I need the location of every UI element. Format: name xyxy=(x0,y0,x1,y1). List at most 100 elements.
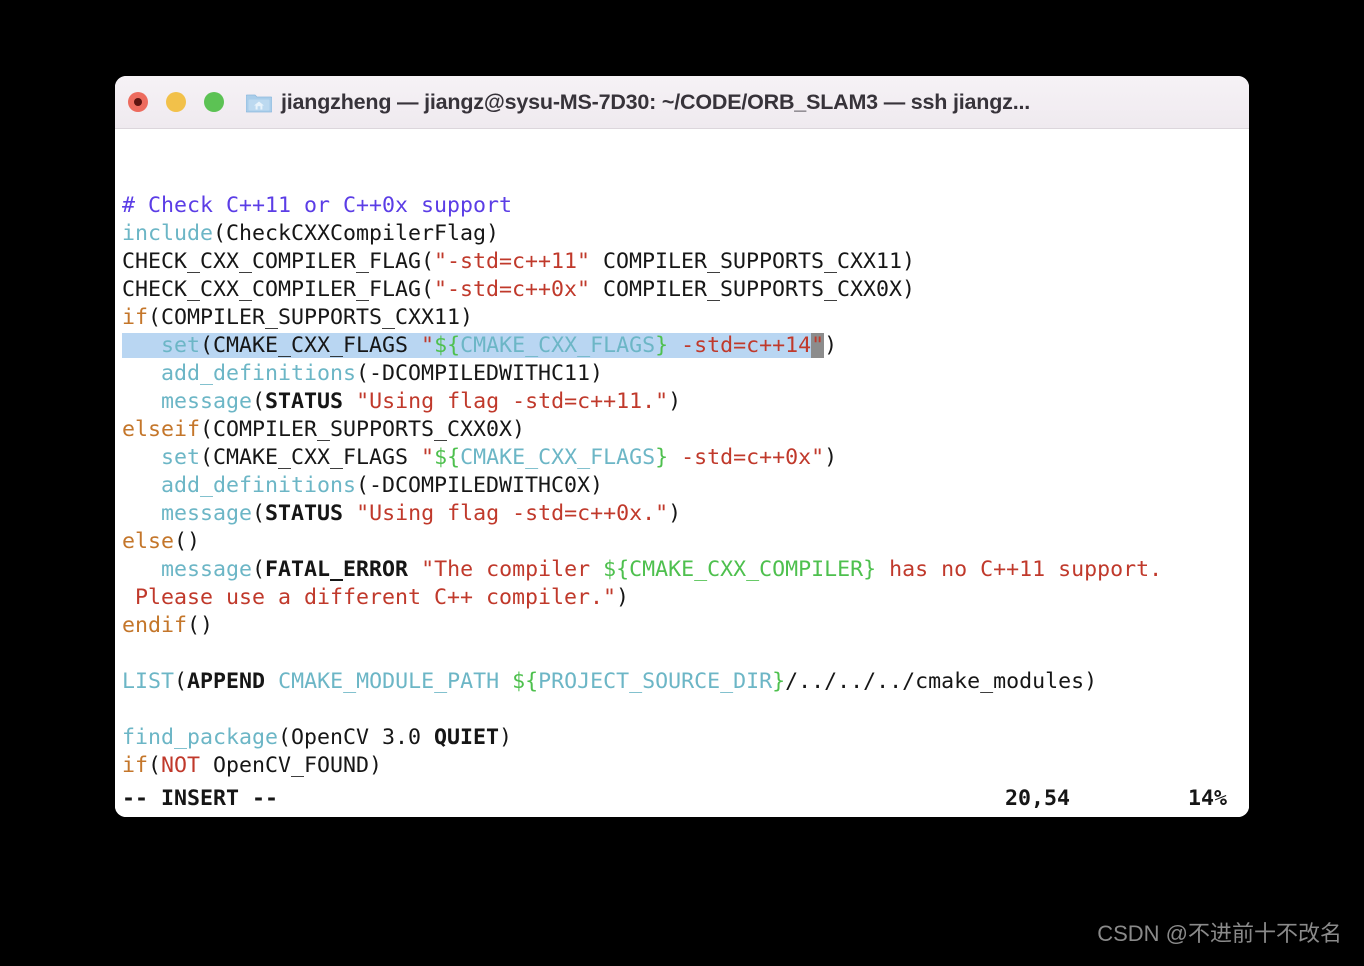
code-line[interactable]: message(STATUS "Using flag -std=c++11.") xyxy=(122,388,1249,416)
screen: jiangzheng — jiangz@sysu-MS-7D30: ~/CODE… xyxy=(0,0,1364,966)
code-token: "Using flag -std=c++11." xyxy=(356,389,669,414)
window-titlebar[interactable]: jiangzheng — jiangz@sysu-MS-7D30: ~/CODE… xyxy=(115,76,1249,129)
code-view[interactable]: # Check C++11 or C++0x support include(Ch… xyxy=(122,192,1249,817)
code-token: () xyxy=(174,529,201,554)
code-token: ( xyxy=(174,669,188,694)
code-token: ) xyxy=(499,725,513,750)
code-line[interactable]: endif() xyxy=(122,612,1249,640)
terminal-content[interactable]: # Check C++11 or C++0x support include(Ch… xyxy=(115,129,1249,817)
vim-mode-indicator: -- INSERT -- xyxy=(122,785,279,811)
code-token: Please use a different C++ compiler." xyxy=(122,585,617,610)
code-line[interactable]: include(CheckCXXCompilerFlag) xyxy=(122,220,1249,248)
code-line[interactable]: CHECK_CXX_COMPILER_FLAG("-std=c++11" COM… xyxy=(122,248,1249,276)
csdn-watermark: CSDN @不进前十不改名 xyxy=(1097,921,1342,946)
code-token: else xyxy=(122,529,175,554)
code-line[interactable]: LIST(APPEND CMAKE_MODULE_PATH ${PROJECT_… xyxy=(122,668,1249,696)
code-token: (COMPILER_SUPPORTS_CXX0X) xyxy=(200,417,526,442)
code-token: CMAKE_MODULE_PATH xyxy=(278,669,500,694)
code-line[interactable] xyxy=(122,640,1249,668)
code-segment: set(CMAKE_CXX_FLAGS "${CMAKE_CXX_FLAGS} … xyxy=(122,445,837,470)
code-token: ( xyxy=(252,501,266,526)
maximize-button[interactable] xyxy=(204,92,224,112)
code-segment: find_package(OpenCV 3.0 QUIET) xyxy=(122,725,512,750)
code-segment: message(FATAL_ERROR "The compiler ${CMAK… xyxy=(122,557,1162,582)
traffic-lights xyxy=(128,92,224,112)
code-segment: add_definitions(-DCOMPILEDWITHC0X) xyxy=(122,473,603,498)
code-line[interactable]: Please use a different C++ compiler.") xyxy=(122,584,1249,612)
code-segment: # Check C++11 or C++0x support xyxy=(122,193,512,218)
window-title-group: jiangzheng — jiangz@sysu-MS-7D30: ~/CODE… xyxy=(246,90,1030,115)
code-token: STATUS xyxy=(265,501,344,526)
code-token: CHECK_CXX_COMPILER_FLAG( xyxy=(122,277,435,302)
code-token: ${ xyxy=(434,445,461,470)
code-line[interactable]: # Check C++11 or C++0x support xyxy=(122,192,1249,220)
code-token: OpenCV_FOUND) xyxy=(200,753,383,778)
code-token: ( xyxy=(252,557,266,582)
code-token: add_definitions xyxy=(161,361,357,386)
highlighted-segment: set(CMAKE_CXX_FLAGS "${CMAKE_CXX_FLAGS} … xyxy=(122,333,825,358)
code-token: message xyxy=(161,557,253,582)
minimize-button[interactable] xyxy=(166,92,186,112)
code-token: if xyxy=(122,753,149,778)
code-line[interactable]: elseif(COMPILER_SUPPORTS_CXX0X) xyxy=(122,416,1249,444)
code-token: ( xyxy=(148,753,162,778)
code-token: (CheckCXXCompilerFlag) xyxy=(213,221,500,246)
code-token: (CMAKE_CXX_FLAGS xyxy=(200,333,422,358)
code-token: ( xyxy=(252,389,266,414)
code-line[interactable]: add_definitions(-DCOMPILEDWITHC11) xyxy=(122,360,1249,388)
code-token: CMAKE_CXX_FLAGS xyxy=(460,333,656,358)
code-token: message xyxy=(161,389,253,414)
code-segment: endif() xyxy=(122,613,213,638)
code-token: COMPILER_SUPPORTS_CXX11) xyxy=(590,249,916,274)
code-token: STATUS xyxy=(265,389,344,414)
code-token: CHECK_CXX_COMPILER_FLAG( xyxy=(122,249,435,274)
code-token: ) xyxy=(616,585,630,610)
code-token: message xyxy=(161,501,253,526)
code-token: has no C++11 support. xyxy=(876,557,1163,582)
code-token: (-DCOMPILEDWITHC0X) xyxy=(356,473,604,498)
code-token: include xyxy=(122,221,214,246)
code-token: PROJECT_SOURCE_DIR xyxy=(538,669,773,694)
code-line[interactable]: if(NOT OpenCV_FOUND) xyxy=(122,752,1249,780)
code-token: ${ xyxy=(512,669,539,694)
code-line[interactable]: message(FATAL_ERROR "The compiler ${CMAK… xyxy=(122,556,1249,584)
code-line[interactable]: message(STATUS "Using flag -std=c++0x.") xyxy=(122,500,1249,528)
cursor-position: 20,54 xyxy=(1004,785,1070,811)
code-line[interactable]: set(CMAKE_CXX_FLAGS "${CMAKE_CXX_FLAGS} … xyxy=(122,444,1249,472)
code-token: if xyxy=(122,305,149,330)
code-line[interactable]: add_definitions(-DCOMPILEDWITHC0X) xyxy=(122,472,1249,500)
code-token: } xyxy=(863,557,877,582)
code-token: (OpenCV 3.0 xyxy=(278,725,435,750)
code-token: CMAKE_CXX_FLAGS xyxy=(460,445,656,470)
code-line[interactable]: if(COMPILER_SUPPORTS_CXX11) xyxy=(122,304,1249,332)
close-button[interactable] xyxy=(128,92,148,112)
code-line[interactable]: CHECK_CXX_COMPILER_FLAG("-std=c++0x" COM… xyxy=(122,276,1249,304)
code-token: elseif xyxy=(122,417,201,442)
code-line[interactable]: else() xyxy=(122,528,1249,556)
code-token: set xyxy=(161,333,201,358)
code-segment: elseif(COMPILER_SUPPORTS_CXX0X) xyxy=(122,417,525,442)
code-token: NOT xyxy=(161,753,201,778)
code-token: ${ xyxy=(603,557,630,582)
code-line[interactable]: set(CMAKE_CXX_FLAGS "${CMAKE_CXX_FLAGS} … xyxy=(122,332,1249,360)
code-token: FATAL_ERROR xyxy=(265,557,409,582)
code-token: ) xyxy=(668,501,682,526)
code-segment: Please use a different C++ compiler.") xyxy=(122,585,629,610)
code-line[interactable] xyxy=(122,696,1249,724)
terminal-window: jiangzheng — jiangz@sysu-MS-7D30: ~/CODE… xyxy=(115,76,1249,817)
code-token: "-std=c++0x" xyxy=(434,277,591,302)
code-token: /../../../cmake_modules) xyxy=(785,669,1098,694)
code-token: APPEND xyxy=(187,669,266,694)
code-token: (COMPILER_SUPPORTS_CXX11) xyxy=(148,305,474,330)
code-line[interactable]: find_package(OpenCV 3.0 QUIET) xyxy=(122,724,1249,752)
window-title: jiangzheng — jiangz@sysu-MS-7D30: ~/CODE… xyxy=(281,89,1031,114)
code-token: } xyxy=(655,333,669,358)
